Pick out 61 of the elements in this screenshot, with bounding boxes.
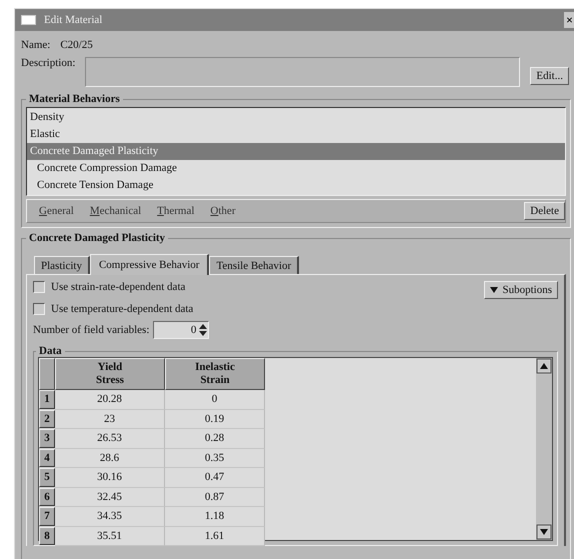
name-label: Name: <box>21 39 50 51</box>
field-variables-label: Number of field variables: <box>33 324 150 336</box>
menu-item[interactable]: General <box>39 205 74 217</box>
table-cell: 28.6 <box>55 448 165 468</box>
group-title: Data <box>38 345 63 357</box>
table-cell: 0.47 <box>165 468 265 488</box>
behavior-item[interactable]: Elastic <box>27 126 565 143</box>
menu-item[interactable]: Other <box>210 205 236 217</box>
column-header: Inelastic Strain <box>165 358 265 390</box>
group-title: Material Behaviors <box>28 93 121 105</box>
row-number: 7 <box>39 507 55 526</box>
behavior-item[interactable]: Concrete Damaged Plasticity <box>27 143 565 160</box>
name-value: C20/25 <box>60 39 93 51</box>
description-label: Description: <box>21 57 76 69</box>
behavior-item[interactable]: Concrete Tension Damage <box>27 177 565 194</box>
table-cell: 0.35 <box>165 448 265 468</box>
checkbox[interactable] <box>33 303 45 315</box>
table-cell: 23 <box>55 410 165 429</box>
table-cell: 1.61 <box>165 526 265 546</box>
row-number: 3 <box>39 429 55 448</box>
table-cell: 0.87 <box>165 488 265 507</box>
behavior-item[interactable]: Density <box>27 109 565 126</box>
table-cell: 0.28 <box>165 429 265 448</box>
description-field[interactable] <box>85 57 520 87</box>
table-cell: 0.19 <box>165 410 265 429</box>
row-number: 4 <box>39 448 55 467</box>
window-title: Edit Material <box>44 14 104 26</box>
tab[interactable]: Compressive Behavior <box>90 254 210 275</box>
group-title: Concrete Damaged Plasticity <box>28 232 166 244</box>
row-number: 2 <box>39 410 55 428</box>
table-cell: 1.18 <box>165 507 265 526</box>
table-cell: 34.35 <box>55 507 165 526</box>
table-cell: 35.51 <box>55 526 165 546</box>
scrollbar[interactable] <box>536 358 552 540</box>
checkbox-label: Use temperature-dependent data <box>51 303 194 315</box>
table-cell: 26.53 <box>55 429 165 448</box>
table-cell: 32.45 <box>55 488 165 507</box>
row-number: 1 <box>39 390 55 408</box>
tab[interactable]: Tensile Behavior <box>209 256 300 274</box>
menu-item[interactable]: Mechanical <box>90 205 142 217</box>
table-cell: 20.28 <box>55 390 165 410</box>
caret-icon <box>490 287 498 293</box>
delete-button[interactable]: Delete <box>524 202 565 220</box>
edit-button[interactable]: Edit... <box>530 67 569 85</box>
checkbox[interactable] <box>33 281 45 293</box>
suboptions-button[interactable]: Suboptions <box>484 281 558 299</box>
menu-item[interactable]: Thermal <box>157 205 194 217</box>
window-icon <box>21 15 36 25</box>
checkbox-label: Use strain-rate-dependent data <box>51 281 186 293</box>
corner-cell <box>39 358 55 390</box>
close-button[interactable]: × <box>564 12 574 28</box>
spin-field[interactable]: 0 <box>153 321 210 339</box>
table-cell: 30.16 <box>55 468 165 488</box>
spin-arrows-icon <box>198 322 208 338</box>
row-number: 8 <box>39 526 55 545</box>
table-cell: 0 <box>165 390 265 410</box>
column-header: Yield Stress <box>55 358 165 390</box>
tab[interactable]: Plasticity <box>34 256 90 274</box>
behavior-item[interactable]: Concrete Compression Damage <box>27 160 565 177</box>
row-number: 5 <box>39 468 55 486</box>
row-number: 6 <box>39 488 55 506</box>
